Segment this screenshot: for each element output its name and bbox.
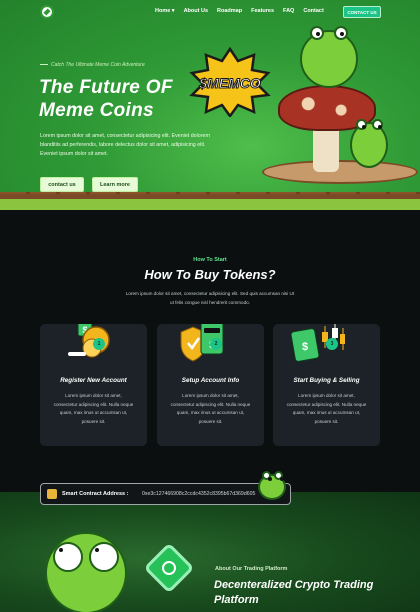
about-kicker: About Our Trading Platform [215, 566, 288, 572]
large-frog-illustration [45, 532, 127, 612]
hero-title: The Future OF Meme Coins [39, 77, 173, 121]
step-card-register: $ 1 Register New Account Lorem ipsum dol… [40, 324, 147, 446]
nav-contact[interactable]: Contact [303, 8, 323, 14]
nav-roadmap[interactable]: Roadmap [217, 8, 242, 14]
nav-home[interactable]: Home ▾ [155, 8, 175, 14]
frog-eye [372, 119, 383, 130]
page: Home ▾ About Us Roadmap Features FAQ Con… [0, 0, 420, 612]
frog-eye [356, 119, 367, 130]
frog-eye [334, 26, 348, 40]
badge-text: $MEMCO [198, 75, 261, 91]
nav-features[interactable]: Features [251, 8, 274, 14]
hero-kicker: Catch The Ultimate Meme Coin Adventure [40, 62, 145, 68]
frog-eye [310, 26, 324, 40]
step-card-setup: $ 2 Setup Account Info Lorem ipsum dolor… [157, 324, 264, 446]
nav-links: Home ▾ About Us Roadmap Features FAQ Con… [155, 8, 324, 14]
grass-strip [0, 194, 420, 210]
step-text: Lorem ipsum dolor sit amet, consectetur … [170, 393, 251, 424]
frog-mascot-illustration [300, 26, 358, 88]
contract-frog-illustration [258, 471, 286, 500]
contract-address[interactable]: 0xe3c127466908c2ccdc4352c8395b67d369d605 [142, 491, 255, 497]
contract-label: Smart Contract Address : [62, 491, 129, 497]
step-number: 2 [210, 338, 222, 350]
ground-illustration [262, 160, 418, 184]
kicker-line [40, 64, 48, 66]
contract-icon [47, 489, 57, 499]
nav-faq[interactable]: FAQ [283, 8, 294, 14]
nav-contact-button[interactable]: CONTACT US [343, 6, 381, 18]
step-number: 3 [326, 338, 338, 350]
coin-inner [162, 561, 176, 575]
memco-badge: $MEMCO [189, 47, 271, 117]
how-kicker: How To Start [193, 257, 227, 263]
frog-eye [89, 542, 119, 572]
learn-more-button[interactable]: Learn more [92, 177, 138, 192]
step-text: Lorem ipsum dolor sit amet, consectetur … [53, 393, 134, 424]
step-title: Setup Account Info [181, 377, 240, 384]
frog-eye [262, 471, 272, 481]
step-number: 1 [93, 338, 105, 350]
frog-eye [53, 542, 83, 572]
hero-section: Home ▾ About Us Roadmap Features FAQ Con… [0, 0, 420, 210]
svg-text:$: $ [302, 341, 308, 353]
about-title: Decenteralized Crypto Trading Platform [214, 579, 374, 606]
hero-kicker-text: Catch The Ultimate Meme Coin Adventure [51, 62, 145, 68]
nav-about[interactable]: About Us [184, 8, 208, 14]
hero-description: Lorem ipsum dolor sit amet, consectetur … [40, 133, 210, 157]
contact-us-button[interactable]: contact us [40, 177, 84, 192]
step-card-trade: $ 3 Start Buying & Selling Lorem ipsum d… [273, 324, 380, 446]
frog-eye [274, 471, 284, 481]
step-text: Lorem ipsum dolor sit amet, consectetur … [286, 393, 367, 424]
top-navigation: Home ▾ About Us Roadmap Features FAQ Con… [0, 0, 420, 24]
step-title: Start Buying & Selling [293, 377, 360, 384]
how-description: Lorem ipsum dolor sit amet, consectetur … [125, 291, 295, 305]
how-title: How To Buy Tokens? [144, 267, 276, 282]
contract-address-box[interactable]: Smart Contract Address : 0xe3c127466908c… [40, 483, 291, 505]
mushroom-stem [313, 126, 339, 172]
logo-icon[interactable] [40, 5, 54, 19]
step-title: Register New Account [60, 377, 127, 384]
small-frog-illustration [350, 119, 388, 168]
